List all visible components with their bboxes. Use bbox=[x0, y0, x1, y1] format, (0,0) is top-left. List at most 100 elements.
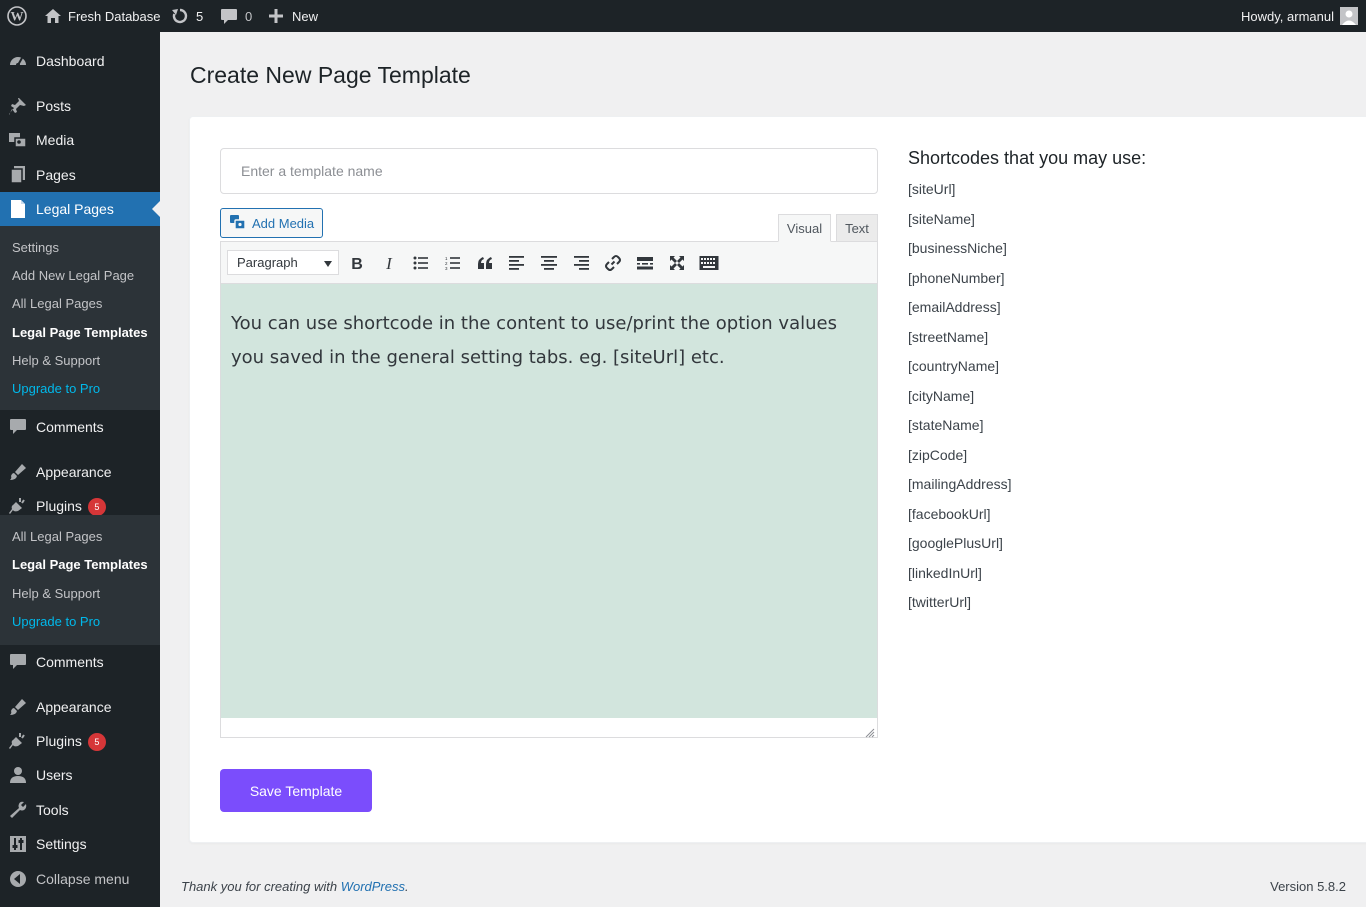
template-name-input[interactable] bbox=[220, 148, 878, 194]
blockquote-icon[interactable] bbox=[475, 253, 495, 273]
fullscreen-icon[interactable] bbox=[667, 253, 687, 273]
format-select-value: Paragraph bbox=[237, 255, 298, 270]
shortcode-item: [emailAddress] bbox=[908, 299, 1001, 315]
shortcode-item: [facebookUrl] bbox=[908, 505, 991, 522]
menu-label: Plugins 5 bbox=[36, 498, 106, 516]
bulleted-list-icon[interactable] bbox=[411, 253, 431, 273]
menu-collapse[interactable]: Collapse menu bbox=[0, 862, 160, 896]
site-name-link[interactable]: Fresh Database bbox=[44, 0, 161, 32]
submenu-all-legal-pages[interactable]: All Legal Pages bbox=[12, 296, 102, 312]
submenu-help-support[interactable]: Help & Support bbox=[12, 353, 100, 369]
menu-label: Appearance bbox=[36, 464, 112, 480]
align-left-icon[interactable] bbox=[507, 253, 527, 273]
home-icon bbox=[44, 8, 62, 24]
resize-handle-icon[interactable] bbox=[865, 725, 875, 738]
legal-pages-submenu: Settings Add New Legal Page All Legal Pa… bbox=[0, 226, 160, 410]
submenu-settings[interactable]: Settings bbox=[12, 240, 59, 256]
italic-icon[interactable]: I bbox=[379, 253, 399, 273]
menu-media[interactable]: Media bbox=[0, 123, 160, 157]
menu-label: Settings bbox=[36, 836, 87, 852]
menu-appearance[interactable]: Appearance bbox=[0, 690, 160, 724]
editor-toolbar: Paragraph B I 123 bbox=[221, 242, 877, 284]
shortcode-item: [siteUrl] bbox=[908, 181, 956, 197]
plus-icon bbox=[269, 9, 283, 23]
menu-label: Appearance bbox=[36, 699, 112, 715]
comment-icon bbox=[220, 8, 238, 25]
wordpress-logo-icon[interactable]: W bbox=[7, 0, 27, 32]
plugin-icon bbox=[8, 731, 28, 751]
submenu-legal-page-templates[interactable]: Legal Page Templates bbox=[12, 325, 148, 341]
menu-comments[interactable]: Comments bbox=[0, 645, 160, 679]
submenu-all-legal-pages[interactable]: All Legal Pages bbox=[12, 529, 102, 545]
menu-pages[interactable]: Pages bbox=[0, 158, 160, 192]
submenu-upgrade-to-pro[interactable]: Upgrade to Pro bbox=[12, 614, 100, 630]
add-media-icon bbox=[229, 214, 246, 233]
admin-menu: Dashboard Posts Media Pages Legal Pages … bbox=[0, 32, 160, 907]
menu-plugins[interactable]: Plugins 5 bbox=[0, 724, 160, 758]
submenu-add-new-legal-page[interactable]: Add New Legal Page bbox=[12, 268, 134, 284]
brush-icon bbox=[8, 462, 28, 482]
submenu-upgrade-to-pro[interactable]: Upgrade to Pro bbox=[12, 381, 100, 397]
menu-settings[interactable]: Settings bbox=[0, 827, 160, 861]
tab-visual[interactable]: Visual bbox=[778, 214, 831, 242]
page-title: Create New Page Template bbox=[190, 62, 471, 88]
media-icon bbox=[8, 130, 28, 150]
footer-thanks-suffix: . bbox=[405, 879, 409, 894]
menu-dashboard[interactable]: Dashboard bbox=[0, 44, 160, 78]
menu-comments[interactable]: Comments bbox=[0, 410, 160, 444]
tab-text[interactable]: Text bbox=[836, 214, 878, 242]
menu-label: Pages bbox=[36, 167, 76, 183]
howdy-text: Howdy, armanul bbox=[1241, 8, 1334, 24]
editor-content-area[interactable]: You can use shortcode in the content to … bbox=[221, 284, 877, 718]
menu-legal-pages[interactable]: Legal Pages bbox=[0, 192, 160, 226]
plugins-update-badge: 5 bbox=[87, 498, 106, 516]
footer-thanks-text: Thank you for creating with bbox=[181, 879, 341, 894]
menu-label: Legal Pages bbox=[36, 201, 114, 217]
comments-count: 0 bbox=[245, 8, 253, 24]
menu-tools[interactable]: Tools bbox=[0, 793, 160, 827]
numbered-list-icon[interactable]: 123 bbox=[443, 253, 463, 273]
comments-link[interactable]: 0 bbox=[220, 0, 252, 32]
bold-icon[interactable]: B bbox=[347, 253, 367, 273]
svg-text:3: 3 bbox=[445, 266, 448, 270]
main-content: Create New Page Template Add Media Visua… bbox=[160, 32, 1366, 907]
submenu-legal-page-templates[interactable]: Legal Page Templates bbox=[12, 557, 148, 573]
menu-label: Plugins 5 bbox=[36, 733, 106, 751]
updates-count: 5 bbox=[196, 8, 204, 24]
wrench-icon bbox=[8, 800, 28, 820]
brush-icon bbox=[8, 697, 28, 717]
format-select[interactable]: Paragraph bbox=[227, 250, 339, 275]
plugin-icon bbox=[8, 496, 28, 516]
read-more-icon[interactable] bbox=[635, 253, 655, 273]
content-editor: Paragraph B I 123 You can use shortcode … bbox=[220, 241, 878, 738]
wordpress-link[interactable]: WordPress bbox=[341, 879, 405, 894]
keyboard-icon[interactable] bbox=[699, 253, 719, 273]
admin-bar: W Fresh Database 5 0 New Howdy, armanul bbox=[0, 0, 1366, 32]
shortcode-item: [stateName] bbox=[908, 417, 984, 433]
sliders-icon bbox=[8, 834, 28, 854]
comment-icon bbox=[8, 417, 28, 437]
align-right-icon[interactable] bbox=[571, 253, 591, 273]
site-name: Fresh Database bbox=[68, 8, 161, 24]
svg-text:B: B bbox=[351, 256, 363, 271]
menu-users[interactable]: Users bbox=[0, 758, 160, 792]
link-icon[interactable] bbox=[603, 253, 623, 273]
chevron-down-icon bbox=[324, 261, 332, 267]
updates-link[interactable]: 5 bbox=[171, 0, 203, 32]
my-account[interactable]: Howdy, armanul bbox=[1241, 0, 1358, 32]
add-media-button[interactable]: Add Media bbox=[220, 208, 323, 238]
menu-label: Dashboard bbox=[36, 53, 105, 69]
template-form-card: Add Media Visual Text Paragraph B I 123 bbox=[189, 116, 1366, 843]
add-media-label: Add Media bbox=[252, 215, 315, 231]
menu-label: Posts bbox=[36, 98, 72, 114]
new-content-link[interactable]: New bbox=[269, 0, 318, 32]
new-label: New bbox=[292, 8, 319, 24]
align-center-icon[interactable] bbox=[539, 253, 559, 273]
menu-posts[interactable]: Posts bbox=[0, 89, 160, 123]
plugins-flyout-submenu: All Legal Pages Legal Page Templates Hel… bbox=[0, 515, 160, 645]
save-template-button[interactable]: Save Template bbox=[220, 769, 372, 812]
shortcode-item: [phoneNumber] bbox=[908, 269, 1005, 286]
menu-appearance[interactable]: Appearance bbox=[0, 455, 160, 489]
editor-statusbar bbox=[221, 718, 877, 738]
submenu-help-support[interactable]: Help & Support bbox=[12, 586, 100, 602]
